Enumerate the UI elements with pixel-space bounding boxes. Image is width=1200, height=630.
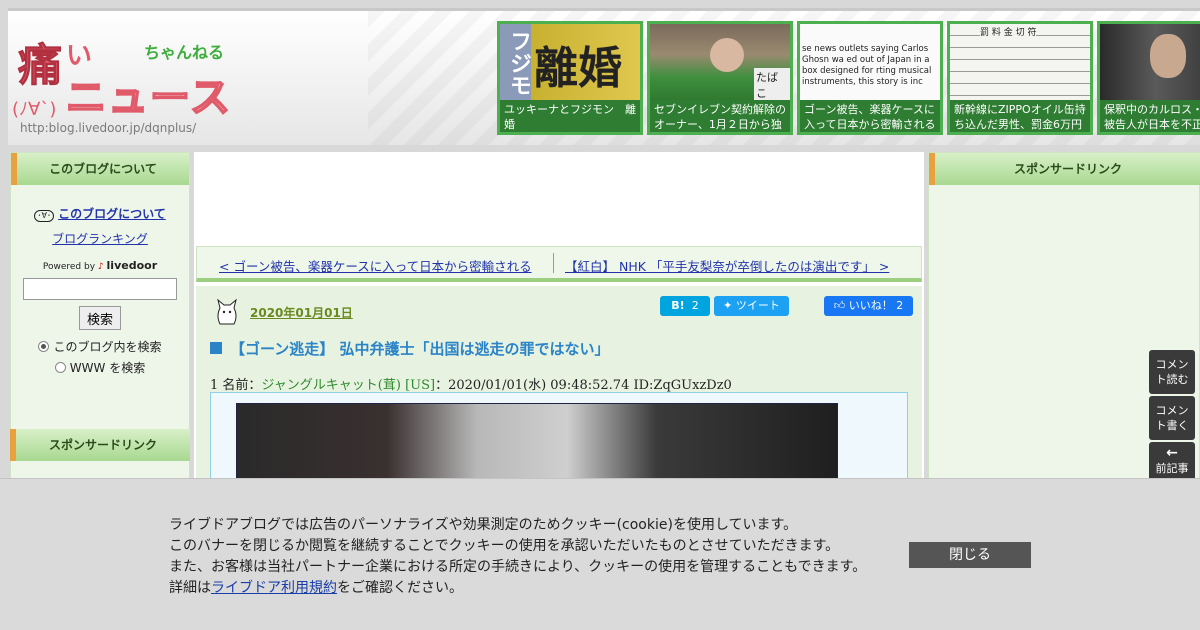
thumb-card[interactable]: 保釈中のカルロス・ゴーン被告人が日本を不正 <box>1097 21 1200 135</box>
powered-by-label: Powered by <box>42 262 96 272</box>
main-content: < ゴーン被告、楽器ケースに入って日本から密輸される 【紅白】 NHK 「平手友… <box>194 152 924 483</box>
face-icon: ･∀･ <box>34 210 55 222</box>
post-image-frame <box>210 392 908 483</box>
next-article-link[interactable]: 【紅白】 NHK 「平手友梨奈が卒倒したのは演出です」 > <box>565 256 889 275</box>
radio-icon[interactable] <box>54 362 66 373</box>
thumb-image: フジモ 離婚 <box>500 24 640 100</box>
sidebar-heading: このブログについて <box>11 153 189 185</box>
post-title-text: 【ゴーン逃走】 弘中弁護士「出国は逃走の罪ではない」 <box>230 340 610 358</box>
thumb-card[interactable]: フジモ 離婚 ユッキーナとフジモン 離婚 <box>497 21 643 135</box>
radio-label: WWW を検索 <box>69 361 146 375</box>
mascot-icon <box>217 298 237 325</box>
about-link[interactable]: このブログについて <box>58 207 166 221</box>
read-comments-button[interactable]: コメント読む <box>1149 350 1195 394</box>
thumbs-up-icon: 👍︎ <box>833 299 846 312</box>
like-count: 2 <box>896 299 904 312</box>
cookie-line-4: 詳細はライブドア利用規約をご確認ください。 <box>169 578 866 599</box>
livedoor-logo-icon: ♪ <box>97 262 104 272</box>
logo-chan: ちゃんねる <box>144 43 225 62</box>
cookie-close-button[interactable]: 閉じる <box>909 542 1031 568</box>
livedoor-brand: livedoor <box>106 259 158 272</box>
facebook-like-button[interactable]: 👍︎ いいね！ 2 <box>824 296 913 316</box>
res-name: ジャングルキャット(茸) [US] <box>261 378 436 393</box>
thumb-overlay: 離婚 <box>534 43 622 94</box>
cookie-line-2: このバナーを閉じるか閲覧を継続することでクッキーの使用を承認いただいたものとさせ… <box>169 538 840 554</box>
res-meta: ：2020/01/01(水) 09:48:52.74 ID:ZqGUxzDz0 <box>435 378 732 393</box>
post-photo[interactable] <box>236 403 838 483</box>
prev-article-float-button[interactable]: ← 前記事 <box>1149 442 1195 482</box>
cookie-banner: ライブドアブログでは広告のパーソナライズや効果測定のためクッキー(cookie)… <box>0 478 1200 630</box>
thumb-caption: ゴーン被告、楽器ケースに入って日本から密輸される <box>800 100 940 132</box>
hatena-bookmark-button[interactable]: B! 2 <box>660 296 710 316</box>
thumb-caption: ユッキーナとフジモン 離婚 <box>500 100 640 132</box>
thumb-card[interactable]: たばこ セブンイレブン契約解除のオーナー、1月２日から独 <box>647 21 793 135</box>
res-number: 1 <box>210 378 219 393</box>
title-marker-icon <box>210 342 222 354</box>
thumb-caption: 新幹線にZIPPOオイル缶持ち込んだ男性、罰金6万円 <box>950 100 1090 132</box>
sidebar-heading: スポンサードリンク <box>929 153 1200 185</box>
thumb-image: 罰 料 金 切 符 <box>950 24 1090 100</box>
hatena-icon: B! <box>671 299 685 312</box>
post: 2020年01月01日 B! 2 ✦ ツイート 👍︎ いいね！ 2 【ゴーン逃走… <box>196 286 922 483</box>
search-scope-www[interactable]: WWW を検索 <box>11 359 189 376</box>
site-logo[interactable]: 痛 い ちゃんねる ニュース (ﾉ∀`) http:blog.livedoor.… <box>12 25 232 137</box>
thumb-overlay: se news outlets saying Carlos Ghosn wa e… <box>802 44 932 87</box>
person-silhouette <box>710 38 744 72</box>
logo-kanji: 痛 <box>18 40 63 92</box>
twitter-bird-icon: ✦ <box>723 299 733 312</box>
logo-face: (ﾉ∀`) <box>12 99 57 120</box>
thumb-caption: セブンイレブン契約解除のオーナー、1月２日から独 <box>650 100 790 132</box>
thumb-overlay: 罰 料 金 切 符 <box>980 25 1037 38</box>
ranking-link[interactable]: ブログランキング <box>11 230 189 247</box>
prev-article-link[interactable]: < ゴーン被告、楽器ケースに入って日本から密輸される <box>219 256 532 275</box>
post-date[interactable]: 2020年01月01日 <box>250 304 353 321</box>
like-label: いいね！ <box>848 299 893 312</box>
tweet-label: ツイート <box>735 299 780 312</box>
powered-by: Powered by ♪ livedoor <box>11 259 189 272</box>
hatena-count: 2 <box>691 299 699 312</box>
about-section: ･∀･ このブログについて ブログランキング <box>11 205 189 247</box>
write-comment-button[interactable]: コメント書く <box>1149 396 1195 440</box>
page: 痛 い ちゃんねる ニュース (ﾉ∀`) http:blog.livedoor.… <box>0 0 1200 630</box>
radio-icon[interactable] <box>38 341 50 352</box>
article-nav: < ゴーン被告、楽器ケースに入って日本から密輸される 【紅白】 NHK 「平手友… <box>196 246 922 282</box>
radio-label: このブログ内を検索 <box>53 340 162 354</box>
thumb-overlay-left: フジモ <box>506 30 531 96</box>
search-button[interactable]: 検索 <box>79 306 121 330</box>
cookie-line-4-suffix: をご確認ください。 <box>337 580 463 596</box>
arrow-left-icon: ← <box>1166 445 1178 461</box>
terms-link[interactable]: ライブドア利用規約 <box>211 580 337 596</box>
thumb-image: se news outlets saying Carlos Ghosn wa e… <box>800 24 940 100</box>
cookie-line-1: ライブドアブログでは広告のパーソナライズや効果測定のためクッキー(cookie)… <box>169 517 798 533</box>
logo-news: ニュース <box>65 74 232 122</box>
sponsor-heading: スポンサードリンク <box>10 429 190 461</box>
thumb-card[interactable]: se news outlets saying Carlos Ghosn wa e… <box>797 21 943 135</box>
nav-divider <box>553 253 554 273</box>
cookie-line-4-prefix: 詳細は <box>169 580 211 596</box>
thumb-card[interactable]: 罰 料 金 切 符 新幹線にZIPPOオイル缶持ち込んだ男性、罰金6万円 <box>947 21 1093 135</box>
post-title[interactable]: 【ゴーン逃走】 弘中弁護士「出国は逃走の罪ではない」 <box>210 338 609 359</box>
left-sidebar: このブログについて ･∀･ このブログについて ブログランキング Powered… <box>10 152 190 482</box>
cookie-text: ライブドアブログでは広告のパーソナライズや効果測定のためクッキー(cookie)… <box>169 515 866 599</box>
thumb-overlay: たばこ <box>754 68 790 102</box>
thumb-image: たばこ <box>650 24 790 102</box>
write-comment-label: コメント書く <box>1155 404 1189 432</box>
read-comments-label: コメント読む <box>1155 358 1189 386</box>
logo-url: http:blog.livedoor.jp/dqnplus/ <box>20 121 197 135</box>
search-input[interactable] <box>23 278 177 300</box>
thumb-image <box>1100 24 1200 100</box>
person-silhouette <box>1150 34 1186 78</box>
search-scope-blog[interactable]: このブログ内を検索 <box>11 338 189 355</box>
res-header: 1 名前：ジャングルキャット(茸) [US]：2020/01/01(水) 09:… <box>210 374 732 393</box>
prev-article-label: 前記事 <box>1155 462 1189 475</box>
tweet-button[interactable]: ✦ ツイート <box>714 296 789 316</box>
site-header: 痛 い ちゃんねる ニュース (ﾉ∀`) http:blog.livedoor.… <box>8 8 1200 145</box>
res-name-label: 名前： <box>222 378 262 393</box>
cookie-line-3: また、お客様は当社パートナー企業における所定の手続きにより、クッキーの使用を管理… <box>169 559 867 575</box>
thumb-caption: 保釈中のカルロス・ゴーン被告人が日本を不正 <box>1100 100 1200 132</box>
